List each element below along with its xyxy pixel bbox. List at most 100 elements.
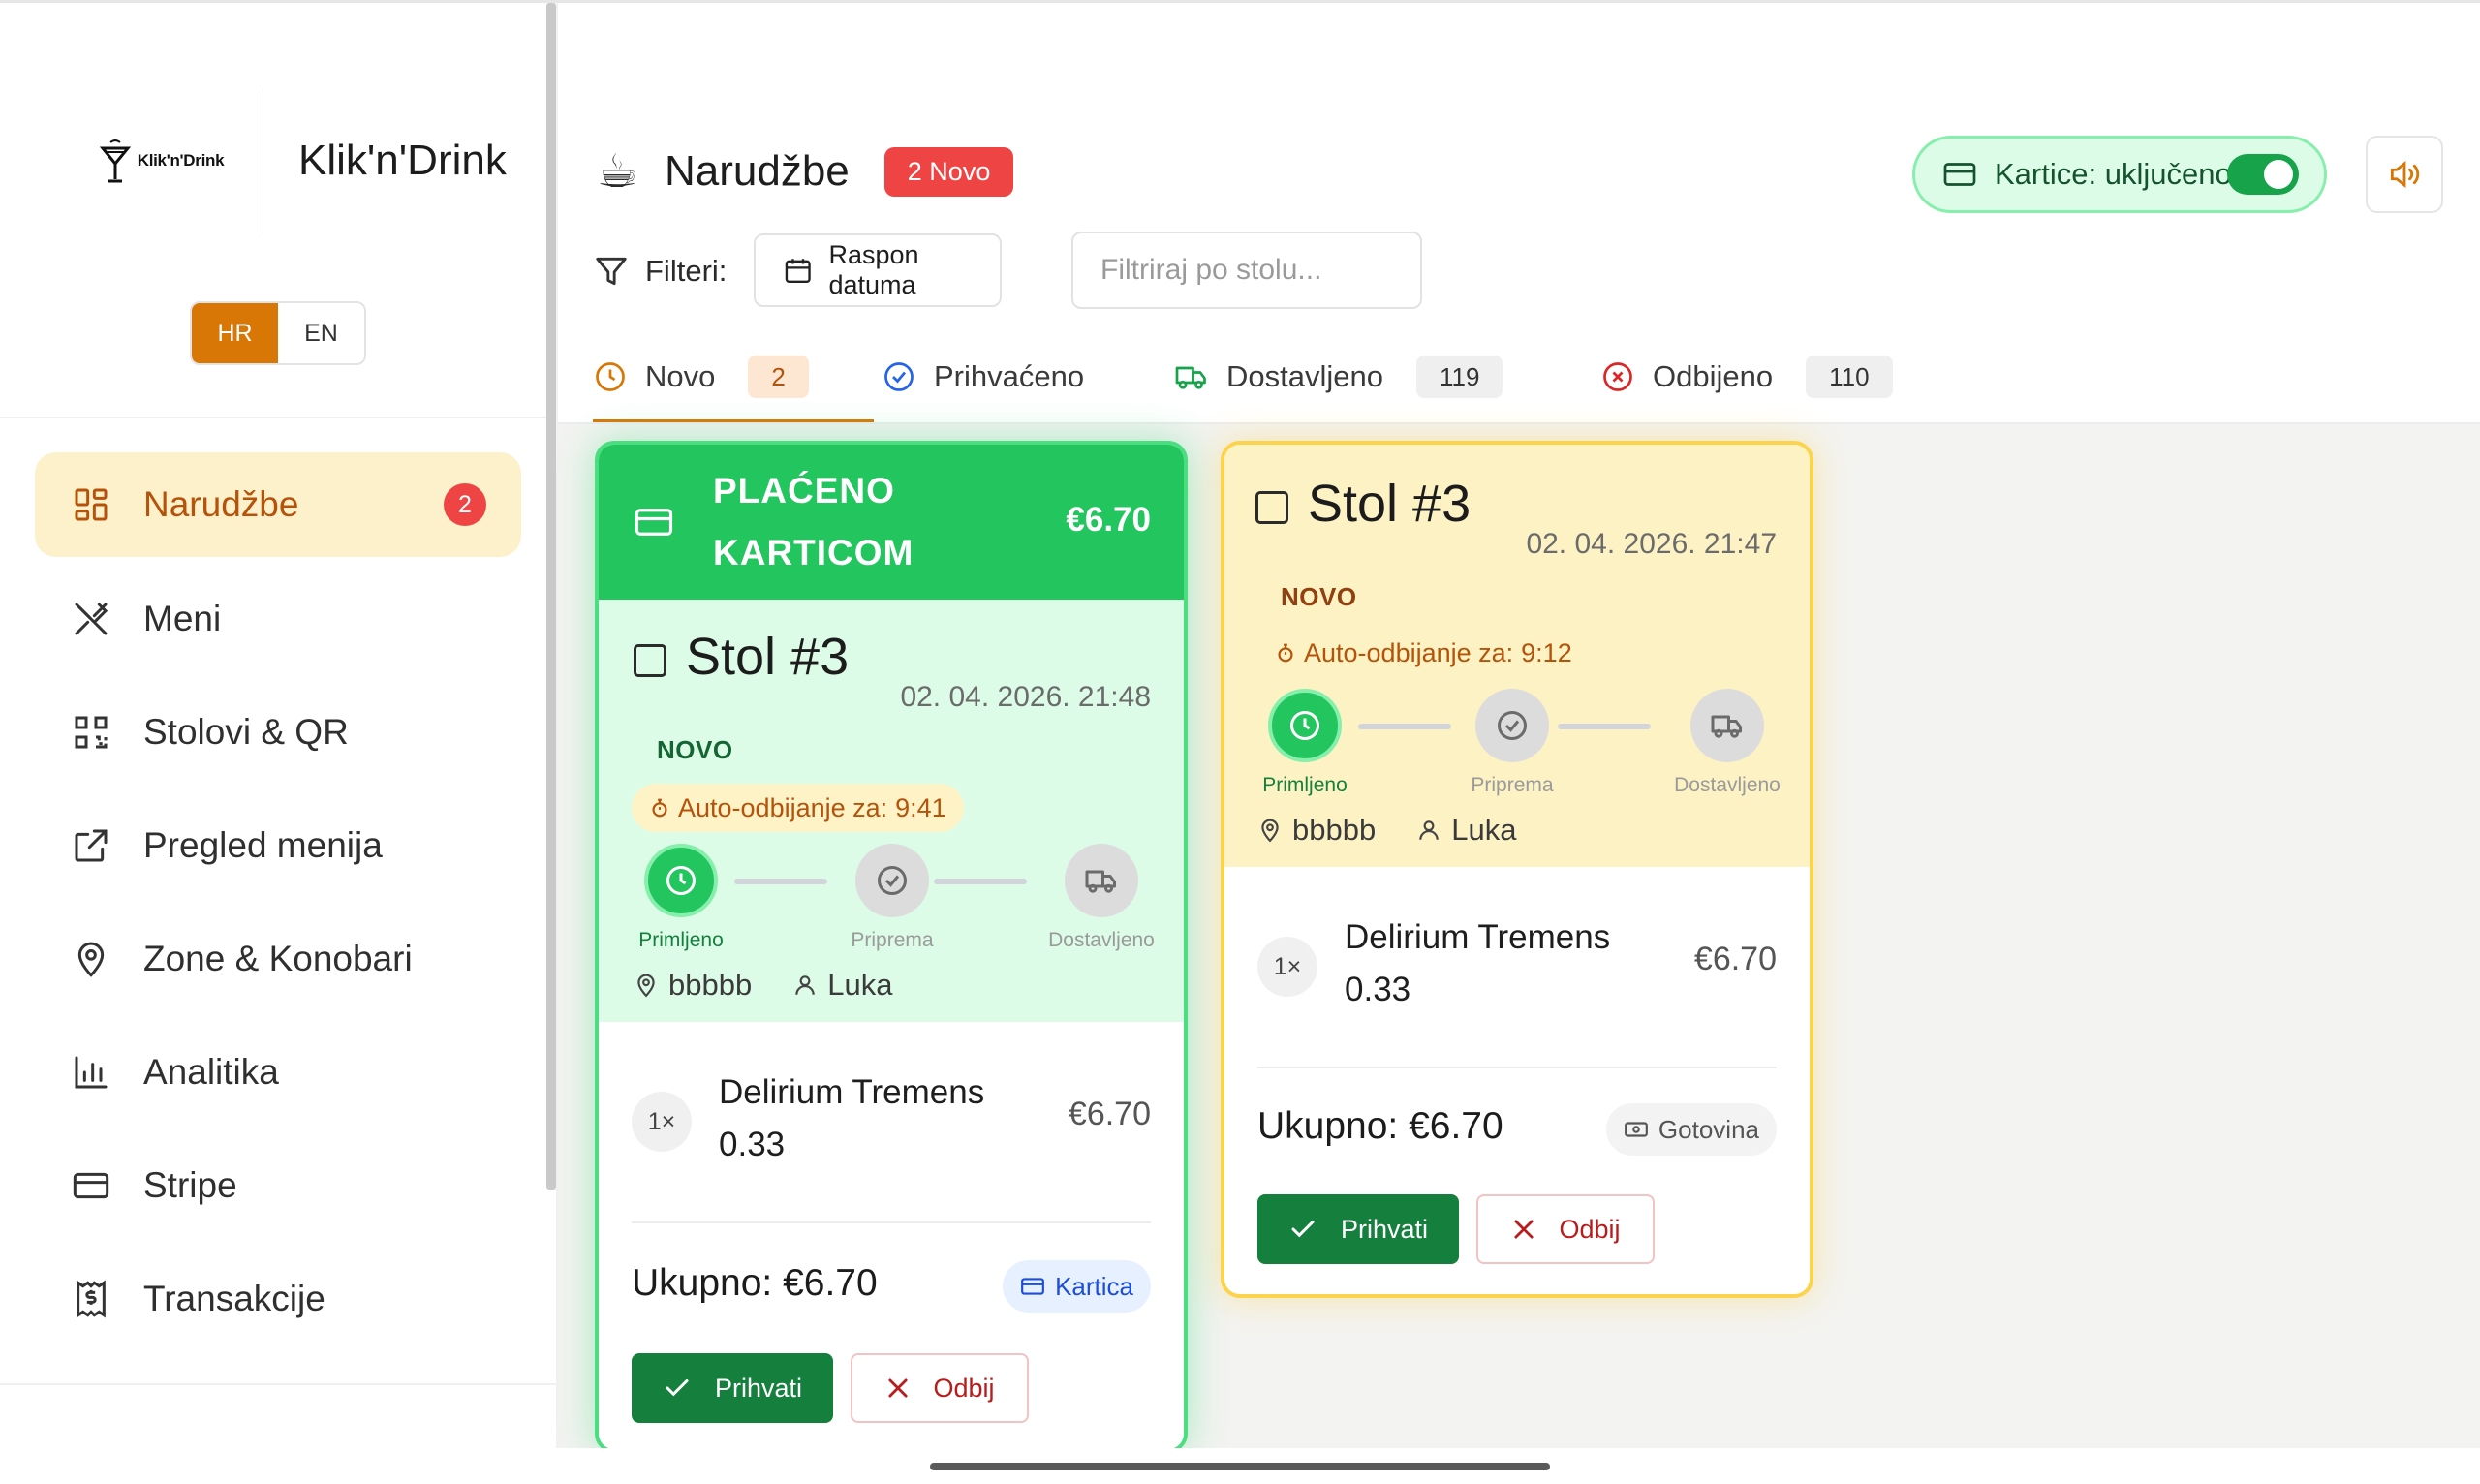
progress-connector: [1358, 724, 1451, 729]
utensils-icon: [70, 598, 112, 640]
tab-count: 119: [1415, 356, 1504, 398]
check-circle-icon: [855, 844, 929, 917]
step-delivered: Dostavljeno: [1655, 689, 1800, 797]
sidebar-item-stripe[interactable]: Stripe: [35, 1133, 521, 1238]
map-pin-icon: [637, 974, 655, 998]
order-status: NOVO: [657, 735, 733, 764]
order-location: bbbbb: [668, 968, 753, 1002]
step-label: Dostavljeno: [1048, 929, 1155, 951]
new-orders-badge: 2 Novo: [884, 146, 1014, 197]
sidebar-item-pregled-menija[interactable]: Pregled menija: [35, 793, 521, 898]
select-order-checkbox[interactable]: [634, 644, 666, 677]
orders-count-badge: 2: [444, 483, 486, 526]
sound-button[interactable]: [2366, 136, 2443, 213]
tab-label: Novo: [645, 359, 716, 393]
table-filter-input[interactable]: [1071, 232, 1422, 309]
order-item: 1× Delirium Tremens 0.33 €6.70: [632, 1053, 1151, 1208]
page-title-text: Narudžbe: [665, 147, 850, 195]
step-received: Primljeno: [1232, 689, 1378, 797]
external-link-icon: [70, 824, 112, 867]
order-card-header: Stol #3 02. 04. 2026. 21:48 NOVO Auto-od…: [599, 600, 1184, 1022]
select-order-checkbox[interactable]: [1256, 491, 1288, 524]
order-meta: bbbbb Luka: [1257, 813, 1516, 848]
sidebar-item-stolovi-qr[interactable]: Stolovi & QR: [35, 680, 521, 785]
brand[interactable]: Klik'n'Drink Klik'n'Drink: [60, 88, 507, 233]
check-circle-icon: [1475, 689, 1549, 762]
accept-button[interactable]: Prihvati: [632, 1353, 833, 1423]
progress-connector: [1558, 724, 1651, 729]
step-label: Priprema: [1471, 774, 1554, 796]
main-area: ☕ Narudžbe 2 Novo Kartice: uključeno Fil…: [558, 3, 2480, 1453]
map-pin-icon: [1261, 819, 1279, 843]
date-range-button[interactable]: Raspon datuma: [754, 233, 1002, 307]
table-name: Stol #3: [1308, 475, 1472, 533]
payment-method-badge: Gotovina: [1605, 1103, 1777, 1156]
item-separator: [1257, 1067, 1777, 1068]
item-price: €6.70: [1068, 1096, 1151, 1132]
clock-icon: [596, 362, 625, 391]
sidebar-item-transakcije[interactable]: Transakcije: [35, 1247, 521, 1351]
sidebar-item-label: Pregled menija: [143, 825, 383, 865]
logo-text: Klik'n'Drink: [137, 151, 225, 170]
reject-button[interactable]: Odbij: [851, 1353, 1029, 1423]
item-separator: [632, 1221, 1151, 1223]
order-progress: Primljeno Priprema Dostavljeno: [599, 844, 1184, 970]
item-quantity: 1×: [1257, 937, 1318, 997]
coffee-cup-icon: ☕: [597, 146, 639, 198]
sidebar-scrollbar[interactable]: [546, 3, 556, 1190]
credit-card-icon: [1021, 1278, 1044, 1295]
truck-icon: [1690, 689, 1764, 762]
sidebar-divider: [0, 1383, 556, 1385]
banknote-icon: [1625, 1122, 1648, 1137]
accept-button[interactable]: Prihvati: [1257, 1194, 1459, 1264]
card-payments-toggle[interactable]: Kartice: uključeno: [1912, 136, 2327, 213]
close-icon: [1514, 1220, 1534, 1239]
bar-chart-icon: [70, 1051, 112, 1094]
paid-by-card-banner: PLAĆENO KARTICOM €6.70: [599, 445, 1184, 600]
step-preparing: Priprema: [1440, 689, 1585, 797]
order-card[interactable]: Stol #3 02. 04. 2026. 21:47 NOVO Auto-od…: [1221, 441, 1814, 1298]
auto-reject-time: 9:12: [1521, 637, 1572, 667]
order-card[interactable]: PLAĆENO KARTICOM €6.70 Stol #3 02. 04. 2…: [595, 441, 1188, 1453]
reject-button[interactable]: Odbij: [1476, 1194, 1655, 1264]
user-icon: [795, 975, 815, 995]
filter-icon: [596, 257, 627, 286]
user-icon: [1419, 820, 1439, 840]
step-label: Priprema: [851, 929, 934, 951]
sidebar-item-meni[interactable]: Meni: [35, 567, 521, 671]
sidebar-item-narudzbe[interactable]: Narudžbe 2: [35, 452, 521, 557]
speaker-icon: [2390, 160, 2420, 189]
sidebar-item-label: Transakcije: [143, 1279, 326, 1318]
step-delivered: Dostavljeno: [1029, 844, 1174, 952]
sidebar-item-label: Stolovi & QR: [143, 712, 349, 752]
card-payments-switch[interactable]: [2227, 154, 2299, 195]
sidebar-item-label: Analitika: [143, 1052, 279, 1092]
sidebar-item-zone-konobari[interactable]: Zone & Konobari: [35, 907, 521, 1011]
x-circle-icon: [1603, 362, 1632, 391]
tab-odbijeno[interactable]: Odbijeno 110: [1600, 342, 1893, 423]
check-icon: [666, 1379, 689, 1397]
language-switcher: HR EN: [190, 301, 366, 365]
reject-label: Odbij: [1559, 1214, 1621, 1244]
step-received: Primljeno: [608, 844, 754, 952]
step-label: Dostavljeno: [1674, 774, 1781, 796]
accept-label: Prihvati: [714, 1373, 803, 1403]
item-name: Delirium Tremens 0.33: [1345, 918, 1611, 1008]
stopwatch-icon: [1278, 643, 1293, 663]
lang-en-button[interactable]: EN: [278, 303, 364, 363]
lang-hr-button[interactable]: HR: [192, 303, 278, 363]
tab-dostavljeno[interactable]: Dostavljeno 119: [1174, 342, 1504, 423]
payment-method: Kartica: [1055, 1271, 1133, 1301]
home-indicator[interactable]: [930, 1463, 1550, 1470]
truck-icon: [1065, 844, 1138, 917]
tab-prihvaceno[interactable]: Prihvaćeno: [882, 342, 1084, 423]
receipt-dollar-icon: [70, 1278, 112, 1320]
tab-novo[interactable]: Novo 2: [593, 342, 809, 423]
date-range-label: Raspon datuma: [828, 240, 919, 299]
sidebar-item-analitika[interactable]: Analitika: [35, 1020, 521, 1125]
sidebar-item-label: Meni: [143, 599, 222, 638]
order-card-header: Stol #3 02. 04. 2026. 21:47 NOVO Auto-od…: [1224, 445, 1810, 867]
tab-count: 2: [748, 356, 809, 398]
order-total: Ukupno: €6.70: [1257, 1105, 1504, 1147]
close-icon: [888, 1378, 909, 1398]
